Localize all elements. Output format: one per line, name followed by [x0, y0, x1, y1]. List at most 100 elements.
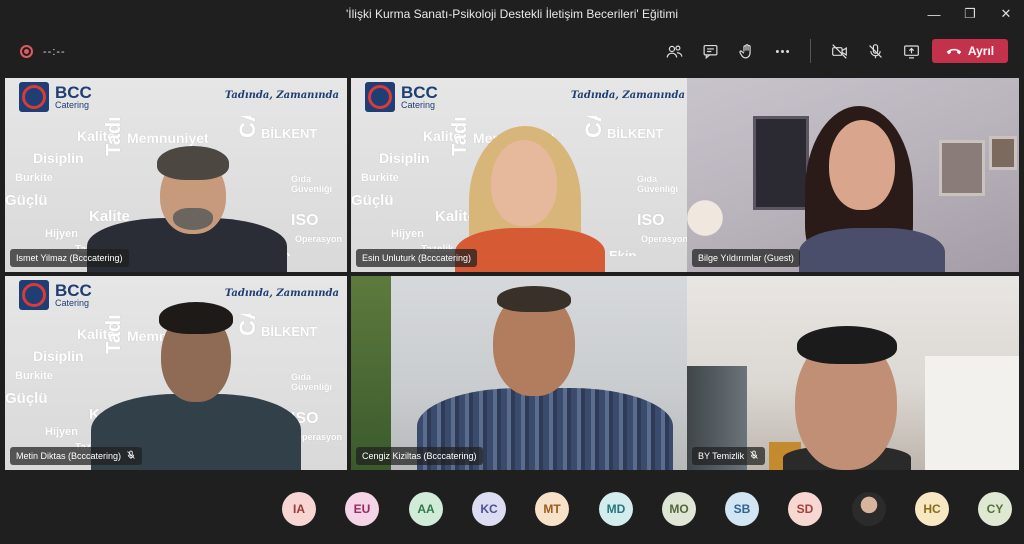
brand-logo: BCC Catering — [365, 82, 438, 112]
participant-name-tag: Metin Diktas (Bcccatering) — [10, 447, 143, 465]
mic-toggle-button[interactable] — [857, 38, 893, 64]
chat-button[interactable] — [692, 38, 728, 64]
raise-hand-icon — [738, 43, 751, 58]
participant-name-tag: BY Temizlik — [692, 447, 766, 465]
wordcloud-word: Burkite — [15, 370, 53, 382]
video-tile[interactable]: Cengiz Kiziltas (Bcccatering) — [351, 276, 693, 470]
wordcloud-word: Operasyon — [295, 234, 343, 244]
wordcloud-word: BİLKENT — [607, 126, 664, 141]
wordcloud-word: Hijyen — [45, 228, 79, 240]
close-window-button[interactable]: ✕ — [988, 0, 1024, 28]
share-screen-icon — [903, 44, 919, 58]
meeting-controls — [656, 38, 929, 64]
wordcloud-word: Memnuniyet — [127, 130, 209, 146]
logo-name: BCC — [55, 83, 92, 102]
wordcloud-word: Gıda Güvenliği — [291, 372, 333, 392]
participants-icon — [666, 45, 682, 58]
wall-frame — [939, 140, 985, 196]
mic-off-icon — [868, 43, 882, 58]
brand-logo: BCC Catering — [19, 82, 92, 112]
raise-hand-button[interactable] — [728, 38, 764, 64]
wordcloud-word: CATERING — [235, 116, 261, 138]
wordcloud-word: Disiplin — [379, 150, 430, 166]
meeting-toolbar: --:-- Ayrıl — [0, 28, 1024, 74]
participant-avatar[interactable]: CY — [978, 492, 1012, 526]
participant-name: Cengiz Kiziltas (Bcccatering) — [362, 451, 477, 461]
wordcloud-word: Tadında — [103, 314, 125, 354]
wordcloud-word: ISO — [291, 212, 319, 229]
participant-name-tag: Bilge Yıldırımlar (Guest) — [692, 249, 800, 267]
more-actions-icon — [775, 49, 789, 53]
video-tile[interactable]: BY Temizlik — [687, 276, 1019, 470]
muted-mic-icon — [126, 450, 136, 462]
wordcloud-word: Tadında — [103, 116, 125, 156]
participant-name: Esin Unluturk (Bcccatering) — [362, 253, 472, 263]
meeting-timer: --:-- — [43, 45, 66, 58]
camera-off-icon — [831, 43, 847, 59]
participant-name: BY Temizlik — [698, 451, 745, 461]
hang-up-icon — [946, 48, 962, 55]
wordcloud-word: Ekip — [609, 248, 637, 256]
wordcloud-word: Disiplin — [33, 348, 84, 364]
participants-button[interactable] — [656, 38, 692, 64]
logo-sub: Catering — [401, 100, 436, 110]
wordcloud-word: Güçlü — [5, 390, 48, 407]
wordcloud-word: Hijyen — [391, 228, 425, 240]
more-actions-button[interactable] — [764, 38, 800, 64]
record-icon — [20, 45, 33, 58]
share-screen-button[interactable] — [893, 38, 929, 64]
participant-avatar[interactable]: SB — [725, 492, 759, 526]
participant-avatar[interactable]: KC — [472, 492, 506, 526]
wordcloud-word: CATERING — [581, 116, 607, 138]
participant-name: Metin Diktas (Bcccatering) — [16, 451, 122, 461]
wordcloud-word: Gıda Güvenliği — [637, 174, 679, 194]
participant-avatar[interactable]: MT — [535, 492, 569, 526]
wordcloud-word: Disiplin — [33, 150, 84, 166]
participant-avatar[interactable]: IA — [282, 492, 316, 526]
wordcloud-word: Burkite — [361, 172, 399, 184]
muted-mic-icon — [749, 450, 759, 462]
participant-name-tag: Ismet Yilmaz (Bcccatering) — [10, 249, 129, 267]
minimize-button[interactable]: — — [916, 0, 952, 28]
participant-avatar[interactable] — [852, 492, 886, 526]
door — [925, 356, 1019, 470]
wall-artwork — [753, 116, 809, 210]
participant-name: Ismet Yilmaz (Bcccatering) — [16, 253, 123, 263]
wordcloud-word: Güçlü — [351, 192, 394, 209]
participant-avatar[interactable]: AA — [409, 492, 443, 526]
logo-name: BCC — [401, 83, 438, 102]
participant-avatar[interactable]: HC — [915, 492, 949, 526]
logo-name: BCC — [55, 281, 92, 300]
participant-avatar[interactable]: MD — [599, 492, 633, 526]
camera-toggle-button[interactable] — [821, 38, 857, 64]
logo-sub: Catering — [55, 298, 90, 308]
participant-avatar[interactable]: SD — [788, 492, 822, 526]
video-tile[interactable]: Bilge Yıldırımlar (Guest) — [687, 78, 1019, 272]
maximize-button[interactable]: ❐ — [952, 0, 988, 28]
participant-name: Bilge Yıldırımlar (Guest) — [698, 253, 794, 263]
video-tile[interactable]: KaliteMemnuniyetCATERINGDisiplinBİLKENTB… — [5, 276, 347, 470]
window-title: 'İlişki Kurma Sanatı-Psikoloji Destekli … — [345, 7, 678, 21]
leave-call-button[interactable]: Ayrıl — [932, 39, 1008, 63]
bcc-logo-icon — [19, 82, 49, 112]
participant-name-tag: Cengiz Kiziltas (Bcccatering) — [356, 447, 483, 465]
bcc-logo-icon — [365, 82, 395, 112]
brand-logo: BCC Catering — [19, 280, 92, 310]
participant-avatar[interactable]: EU — [345, 492, 379, 526]
flowers — [687, 178, 723, 258]
logo-sub: Catering — [55, 100, 90, 110]
video-tile[interactable]: KaliteMemnuniyetCATERINGDisiplinBİLKENTB… — [351, 78, 693, 272]
wordcloud-word: ISO — [637, 212, 665, 229]
window-titlebar: 'İlişki Kurma Sanatı-Psikoloji Destekli … — [0, 0, 1024, 28]
participant-strip: IA EU AA KC MT MD MO SB SD HC CY — [0, 472, 1024, 544]
wordcloud-word: CATERING — [235, 314, 261, 336]
video-tile[interactable]: KaliteMemnuniyetCATERINGDisiplinBİLKENTB… — [5, 78, 347, 272]
brand-slogan: Tadında, Zamanında — [224, 288, 339, 299]
wordcloud-word: Operasyon — [295, 432, 343, 442]
wordcloud-word: BİLKENT — [261, 126, 318, 141]
brand-slogan: Tadında, Zamanında — [224, 90, 339, 101]
wordcloud-word: BİLKENT — [261, 324, 318, 339]
participant-avatar[interactable]: MO — [662, 492, 696, 526]
chat-icon — [703, 44, 717, 59]
wordcloud-word: Hijyen — [45, 426, 79, 438]
